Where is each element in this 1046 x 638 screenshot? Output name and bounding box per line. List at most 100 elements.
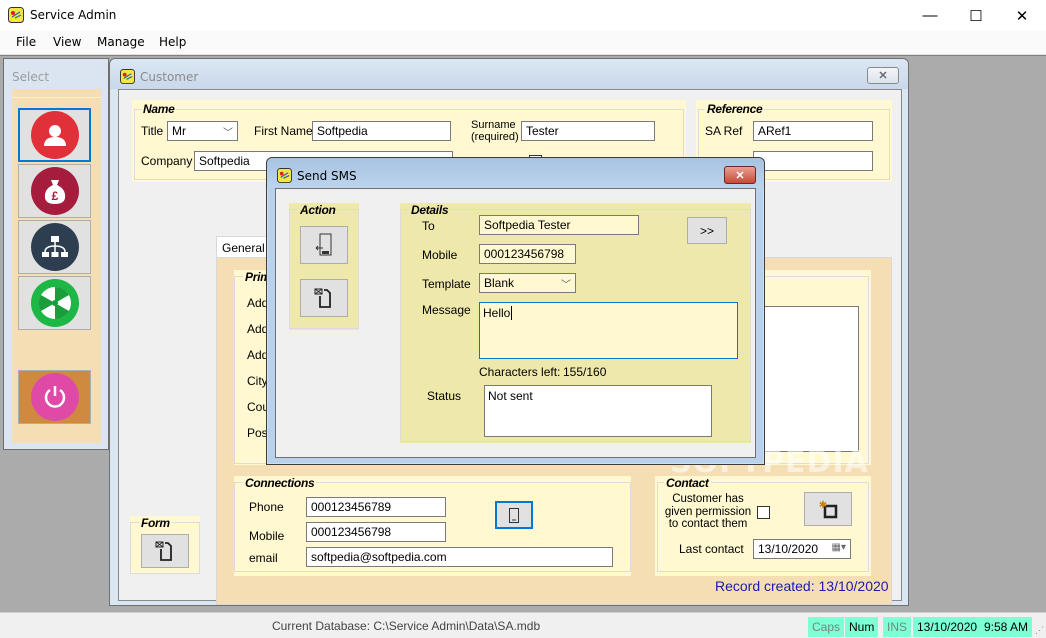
phone-label: Phone — [249, 500, 284, 514]
connections-group: Connections Phone 000123456789 Mobile 00… — [234, 476, 631, 576]
menu-view[interactable]: View — [53, 35, 81, 49]
resize-grip[interactable]: ⋰ — [1035, 625, 1044, 636]
svg-text:✱: ✱ — [819, 500, 827, 511]
template-select[interactable]: Blank ﹀ — [479, 273, 576, 293]
company-label: Company — [141, 154, 193, 168]
ins-indicator: INS — [883, 617, 912, 637]
maximize-icon: ☐ — [969, 7, 983, 25]
reference-second-input[interactable] — [753, 151, 873, 171]
message-text: Hello — [483, 306, 511, 320]
copy-document-icon — [155, 541, 172, 561]
radiation-disc-icon — [30, 279, 79, 327]
calendar-dropdown-icon: ▦▾ — [831, 542, 846, 553]
date-indicator: 13/10/2020 — [913, 617, 982, 637]
send-sms-button[interactable] — [495, 501, 533, 529]
menu-help[interactable]: Help — [159, 35, 186, 49]
first-name-label: First Name — [254, 124, 313, 138]
mobile-label: Mobile — [249, 529, 285, 543]
title-bar: Service Admin — ☐ ✕ — [0, 0, 1046, 31]
phone-input[interactable]: 000123456789 — [306, 497, 446, 517]
minimize-icon: — — [922, 7, 938, 24]
last-contact-datepicker[interactable]: 13/10/2020 ▦▾ — [753, 539, 851, 559]
notes-textarea[interactable] — [764, 306, 859, 452]
sa-ref-input[interactable]: ARef1 — [753, 121, 873, 141]
form-group-legend: Form — [139, 516, 172, 530]
send-sms-window-icon — [277, 168, 292, 183]
user-icon — [30, 111, 79, 159]
power-icon — [30, 373, 79, 421]
num-indicator: Num — [845, 617, 879, 637]
send-button[interactable] — [300, 226, 348, 264]
send-sms-dialog: Send SMS ✕ Action Details Softpedia Test… — [266, 157, 765, 465]
select-service-button[interactable] — [18, 276, 91, 330]
characters-left-value: 155/160 — [563, 365, 607, 379]
customer-window-icon — [120, 69, 135, 84]
send-sms-body: Action Details Softpedia Tester To Softp… — [275, 188, 756, 458]
caps-indicator: Caps — [808, 617, 845, 637]
forward-button[interactable]: >> — [687, 217, 727, 244]
close-icon: ✕ — [735, 169, 745, 182]
new-contact-button[interactable]: ✱ — [804, 492, 852, 526]
last-contact-value: 13/10/2020 — [758, 542, 819, 556]
send-sms-close-button[interactable]: ✕ — [724, 166, 756, 184]
window-title: Service Admin — [30, 8, 117, 22]
surname-label-line1: Surname — [471, 119, 516, 131]
characters-left-label: Characters left: — [479, 365, 561, 379]
mobile-phone-icon — [509, 507, 519, 523]
template-label: Template — [422, 277, 471, 291]
send-sms-title-bar[interactable]: Send SMS ✕ — [267, 158, 764, 188]
connections-group-legend: Connections — [243, 476, 317, 490]
send-sms-title: Send SMS — [297, 169, 357, 183]
title-label: Title — [141, 124, 164, 138]
surname-input[interactable]: Tester — [521, 121, 655, 141]
template-select-value: Blank — [484, 276, 515, 290]
select-band-divider — [12, 97, 101, 98]
action-group: Action — [289, 203, 359, 330]
exit-button[interactable] — [18, 370, 91, 424]
contact-group: Contact Customer has given permission to… — [655, 476, 871, 576]
details-group: Details Softpedia Tester To Softpedia Te… — [400, 203, 751, 443]
close-icon: ✕ — [1015, 7, 1029, 25]
menu-file[interactable]: File — [16, 35, 36, 49]
new-item-icon: ✱ — [819, 500, 838, 519]
action-group-legend: Action — [298, 203, 338, 217]
details-group-legend: Details — [409, 203, 451, 217]
text-cursor — [511, 306, 513, 320]
message-textarea[interactable]: Hello — [479, 302, 738, 359]
email-input[interactable]: softpedia@softpedia.com — [306, 547, 613, 567]
clear-message-button[interactable] — [300, 279, 348, 317]
sms-to-label: To — [422, 219, 435, 233]
surname-label: Surname (required) — [471, 119, 519, 143]
customer-close-button[interactable]: ✕ — [867, 67, 899, 84]
sms-to-input[interactable]: Softpedia Tester — [479, 215, 639, 235]
chevron-down-icon: ﹀ — [561, 280, 571, 291]
select-customers-button[interactable] — [18, 108, 91, 162]
title-select[interactable]: Mr ﹀ — [167, 121, 238, 141]
form-clear-button[interactable] — [141, 534, 189, 568]
menu-manage[interactable]: Manage — [97, 35, 145, 49]
svg-text:£: £ — [51, 189, 58, 203]
last-contact-label: Last contact — [679, 542, 744, 556]
sa-ref-label: SA Ref — [705, 124, 743, 138]
time-indicator: 9:58 AM — [978, 617, 1033, 637]
status-textbox: Not sent — [484, 385, 712, 437]
select-finance-button[interactable]: £ — [18, 164, 91, 218]
customer-title-bar[interactable]: Customer ✕ — [110, 59, 908, 89]
message-label: Message — [422, 303, 471, 317]
permission-label: Customer has given permission to contact… — [664, 493, 752, 530]
sms-mobile-input[interactable]: 000123456798 — [479, 244, 576, 264]
select-panel-title: Select — [12, 70, 50, 84]
money-bag-pound-icon: £ — [30, 167, 79, 215]
tab-general[interactable]: General — [216, 236, 268, 258]
copy-document-icon — [314, 288, 331, 308]
select-organisation-button[interactable] — [18, 220, 91, 274]
name-group-legend: Name — [141, 102, 177, 116]
current-database-text: Current Database: C:\Service Admin\Data\… — [272, 619, 541, 633]
close-button[interactable]: ✕ — [999, 0, 1045, 31]
sms-mobile-label: Mobile — [422, 248, 458, 262]
minimize-button[interactable]: — — [907, 0, 953, 31]
first-name-input[interactable]: Softpedia — [312, 121, 451, 141]
mobile-input[interactable]: 000123456798 — [306, 522, 446, 542]
maximize-button[interactable]: ☐ — [953, 0, 999, 31]
permission-checkbox[interactable] — [757, 506, 770, 519]
